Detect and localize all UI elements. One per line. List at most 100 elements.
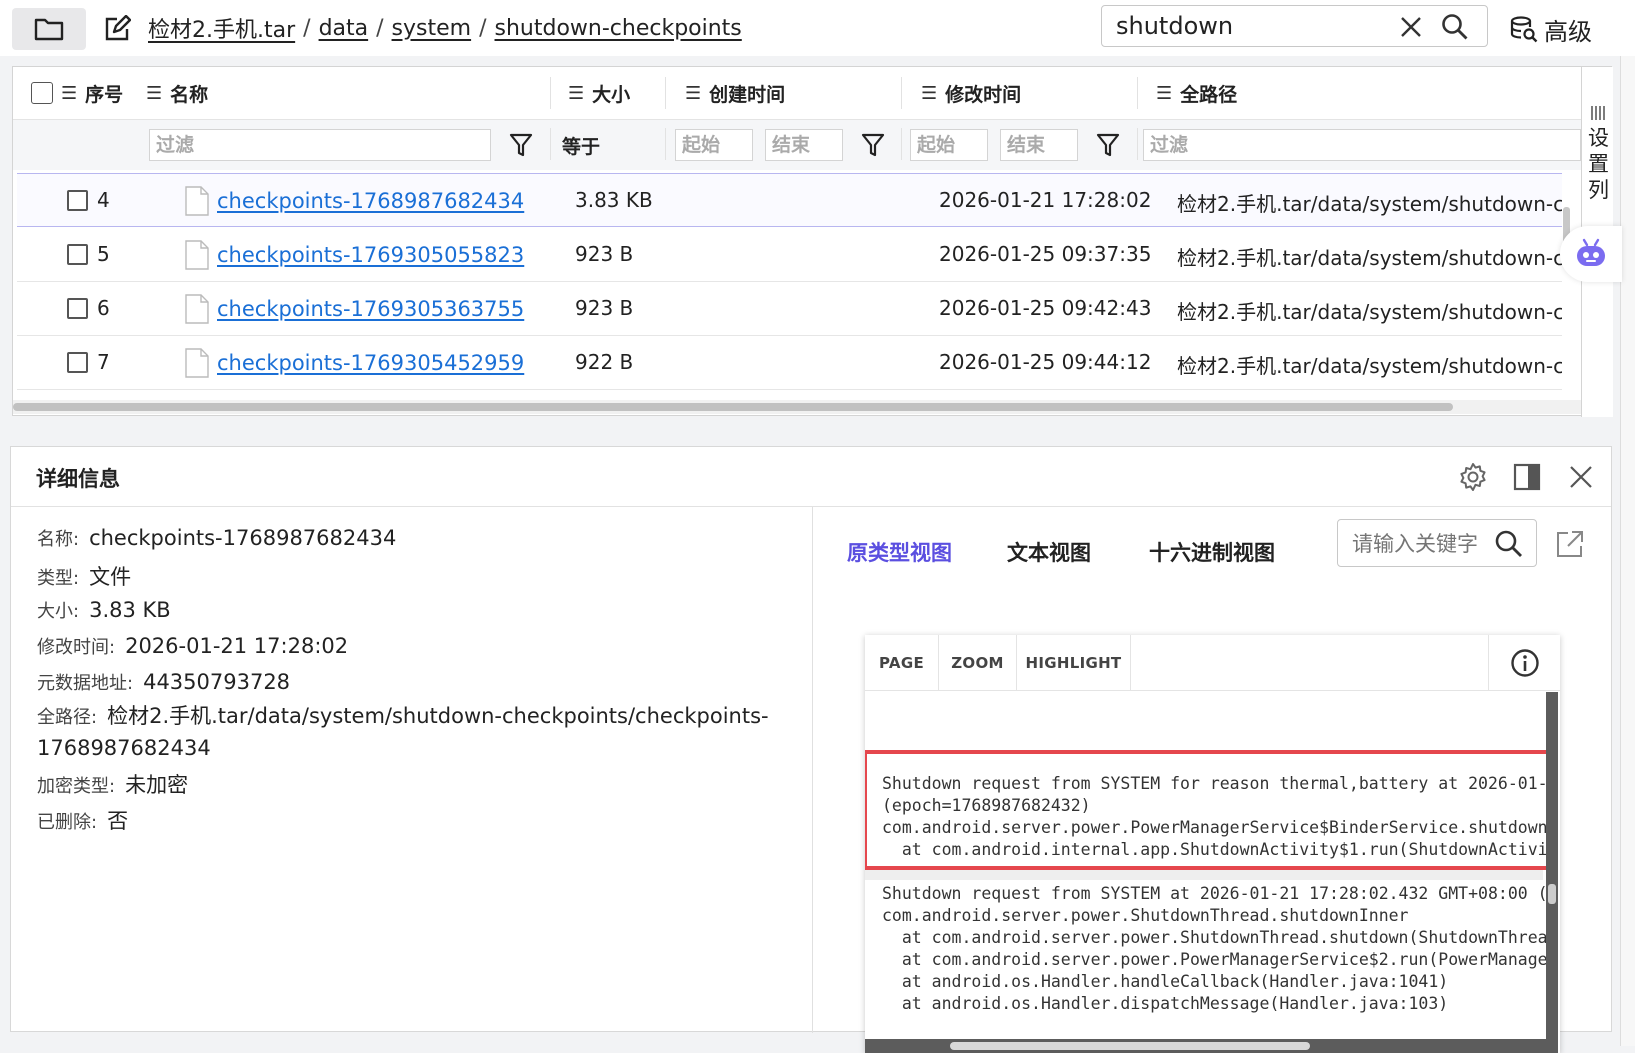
- filter-icon[interactable]: [509, 132, 533, 158]
- log-block: Shutdown request from SYSTEM at 2026-01-…: [865, 880, 1555, 1050]
- column-header-index[interactable]: ☰ 序号: [31, 67, 123, 119]
- row-checkbox[interactable]: [67, 244, 88, 265]
- filter-icon[interactable]: [861, 132, 885, 158]
- search-box: [1101, 5, 1488, 47]
- modified-start-input[interactable]: 起始: [910, 129, 988, 161]
- breadcrumb-item-data[interactable]: data: [319, 16, 369, 41]
- property-value: 未加密: [125, 773, 189, 797]
- file-size: 3.83 KB: [575, 188, 653, 212]
- table-row[interactable]: 4 checkpoints-1768987682434 3.83 KB 2026…: [17, 173, 1562, 227]
- page-button[interactable]: PAGE: [865, 635, 939, 691]
- horizontal-scrollbar[interactable]: [13, 400, 1581, 414]
- tab-text-view[interactable]: 文本视图: [1007, 537, 1091, 567]
- file-name-link[interactable]: checkpoints-1769305452959: [217, 351, 524, 375]
- property-key: 已删除:: [37, 812, 98, 833]
- table-row[interactable]: 6 checkpoints-1769305363755 923 B 2026-0…: [17, 282, 1562, 336]
- close-icon[interactable]: [1565, 461, 1597, 493]
- row-index: 7: [97, 350, 110, 374]
- column-header-size[interactable]: ☰ 大小: [568, 67, 630, 119]
- menu-icon[interactable]: ☰: [568, 83, 584, 104]
- menu-icon[interactable]: ☰: [685, 83, 701, 104]
- open-external-icon[interactable]: [1555, 529, 1585, 559]
- file-name-link[interactable]: checkpoints-1769305055823: [217, 243, 524, 267]
- zoom-button[interactable]: ZOOM: [939, 635, 1017, 691]
- select-all-checkbox[interactable]: [31, 82, 53, 104]
- column-header-fullpath[interactable]: ☰ 全路径: [1156, 67, 1237, 119]
- column-divider: [665, 128, 666, 160]
- search-icon[interactable]: [1494, 529, 1524, 559]
- keyword-search-input[interactable]: [1352, 529, 1480, 559]
- property-value: checkpoints-1768987682434: [89, 526, 397, 550]
- path-filter-input[interactable]: 过滤: [1143, 129, 1581, 161]
- column-header-modified[interactable]: ☰ 修改时间: [921, 67, 1021, 119]
- name-filter-input[interactable]: 过滤: [149, 129, 491, 161]
- file-modified-time: 2026-01-25 09:37:35: [939, 242, 1152, 266]
- file-name-link[interactable]: checkpoints-1769305363755: [217, 297, 524, 321]
- advanced-search-button[interactable]: 高级: [1510, 12, 1592, 46]
- column-label: 大小: [592, 83, 631, 106]
- table-row[interactable]: 7 checkpoints-1769305452959 922 B 2026-0…: [17, 336, 1562, 390]
- detail-header: 详细信息: [11, 447, 1611, 507]
- property-value: 2026-01-21 17:28:02: [125, 634, 349, 658]
- menu-icon[interactable]: ☰: [1156, 83, 1172, 104]
- close-icon[interactable]: [1399, 15, 1423, 39]
- file-modified-time: 2026-01-21 17:28:02: [939, 188, 1152, 212]
- info-button[interactable]: [1488, 635, 1560, 691]
- created-start-input[interactable]: 起始: [675, 129, 753, 161]
- search-icon[interactable]: [1441, 13, 1469, 41]
- row-checkbox[interactable]: [67, 352, 88, 373]
- viewer-horizontal-scrollbar[interactable]: [865, 1039, 1558, 1053]
- column-divider[interactable]: [665, 77, 666, 109]
- viewer-vertical-scrollbar[interactable]: [1546, 692, 1558, 1039]
- top-bar: 检材2.手机.tar / data / system / shutdown-ch…: [0, 0, 1635, 56]
- menu-icon[interactable]: ☰: [146, 83, 162, 104]
- breadcrumb-separator: /: [303, 15, 311, 41]
- row-checkbox[interactable]: [67, 298, 88, 319]
- file-properties: 名称: checkpoints-1768987682434 类型: 文件 大小: 3.…: [11, 507, 813, 1033]
- menu-icon[interactable]: ☰: [921, 83, 937, 104]
- menu-icon[interactable]: ☰: [61, 83, 77, 104]
- property-deleted: 已删除: 否: [37, 805, 128, 835]
- modified-end-input[interactable]: 结束: [1000, 129, 1078, 161]
- column-divider[interactable]: [550, 77, 551, 109]
- breadcrumb-item-root[interactable]: 检材2.手机.tar: [148, 12, 295, 44]
- created-end-input[interactable]: 结束: [765, 129, 843, 161]
- breadcrumb-item-current[interactable]: shutdown-checkpoints: [495, 16, 742, 41]
- search-input[interactable]: [1116, 10, 1386, 42]
- breadcrumb-separator: /: [376, 15, 384, 41]
- detail-panel: 详细信息 名称: checkpoints-1768987682434 类型: 文件 …: [10, 446, 1612, 1053]
- scrollbar-thumb[interactable]: [1548, 884, 1556, 904]
- file-table: ☰ 序号 ☰ 名称 ☰ 大小 ☰ 创建时间 ☰ 修改时间 ☰ 全路径 过滤 等于…: [12, 66, 1613, 417]
- row-checkbox[interactable]: [67, 190, 88, 211]
- column-divider: [550, 128, 551, 160]
- file-size: 922 B: [575, 350, 634, 374]
- tab-native-view[interactable]: 原类型视图: [847, 537, 952, 567]
- file-name-link[interactable]: checkpoints-1768987682434: [217, 189, 524, 213]
- gear-icon[interactable]: [1457, 461, 1489, 493]
- property-key: 全路径:: [37, 707, 98, 728]
- filter-icon[interactable]: [1096, 132, 1120, 158]
- edit-button[interactable]: [100, 12, 134, 46]
- file-icon: [185, 186, 209, 216]
- highlight-button[interactable]: HIGHLIGHT: [1017, 635, 1131, 691]
- file-icon: [185, 294, 209, 324]
- tab-hex-view[interactable]: 十六进制视图: [1149, 537, 1275, 567]
- scrollbar-thumb[interactable]: [950, 1042, 1310, 1050]
- split-panel-icon[interactable]: [1511, 461, 1543, 493]
- assistant-bot-button[interactable]: [1560, 226, 1622, 282]
- row-index: 6: [97, 296, 110, 320]
- size-filter-operator[interactable]: 等于: [562, 132, 600, 159]
- column-header-name[interactable]: ☰ 名称: [146, 67, 208, 119]
- column-divider[interactable]: [901, 77, 902, 109]
- breadcrumb-item-system[interactable]: system: [392, 16, 472, 41]
- scrollbar-thumb[interactable]: [13, 403, 1453, 411]
- folder-button[interactable]: [12, 8, 86, 50]
- file-full-path: 检材2.手机.tar/data/system/shutdown-checkpoi…: [1177, 300, 1562, 324]
- column-divider[interactable]: [1137, 77, 1138, 109]
- column-label: 创建时间: [709, 83, 786, 106]
- column-divider: [901, 128, 902, 160]
- column-header-created[interactable]: ☰ 创建时间: [685, 67, 785, 119]
- robot-icon: [1577, 238, 1605, 266]
- table-row[interactable]: 5 checkpoints-1769305055823 923 B 2026-0…: [17, 228, 1562, 282]
- property-full-path: 全路径: 检材2.手机.tar/data/system/shutdown-chec…: [37, 701, 777, 764]
